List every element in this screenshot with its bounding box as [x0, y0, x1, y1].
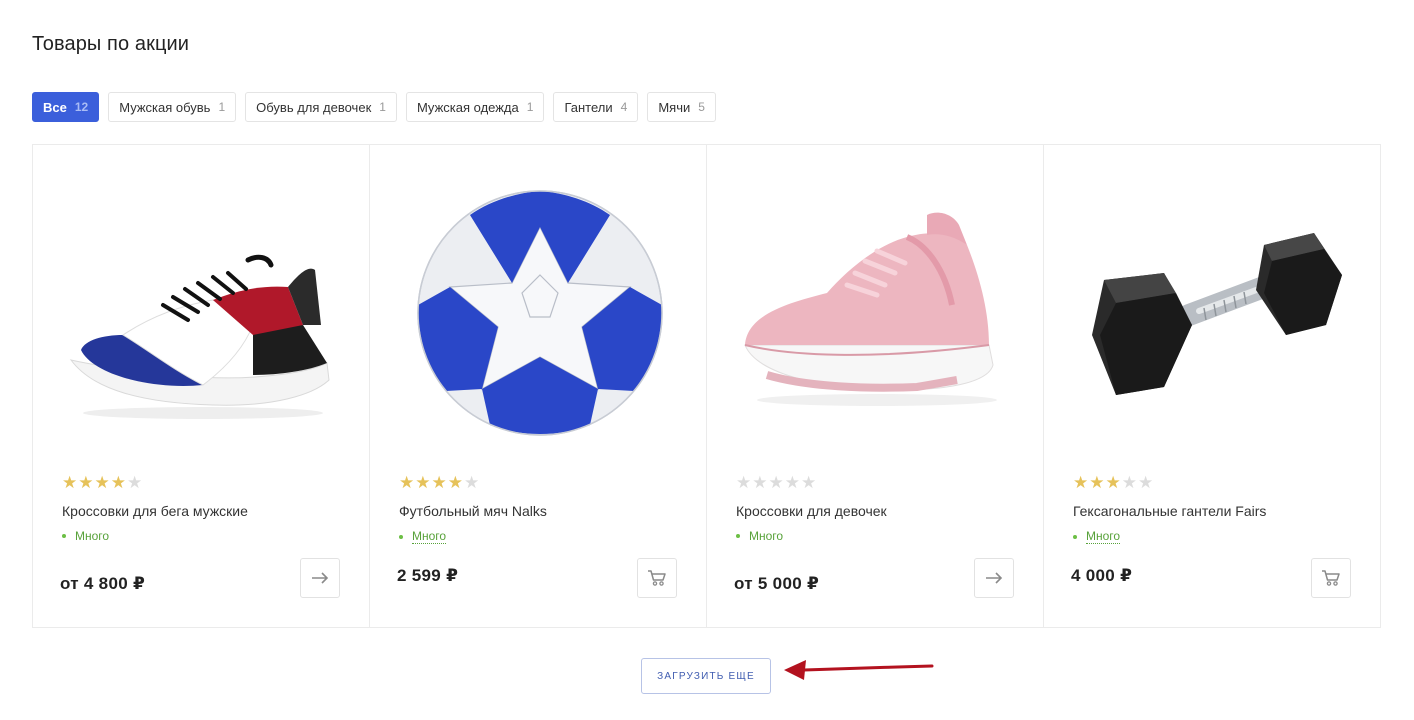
star-filled-icon: ★ [1105, 473, 1122, 492]
star-filled-icon: ★ [447, 473, 464, 492]
arrow-icon [986, 572, 1003, 584]
hex-dumbbell-image[interactable] [1064, 175, 1360, 475]
tab-label: Мужская одежда [416, 99, 519, 115]
star-empty-icon: ★ [464, 473, 481, 492]
product-title[interactable]: Гексагональные гантели Fairs [1073, 503, 1266, 519]
tab-count: 1 [218, 100, 226, 114]
star-empty-icon: ★ [752, 473, 769, 492]
star-empty-icon: ★ [1121, 473, 1138, 492]
rating-stars: ★★★★★ [62, 474, 143, 492]
star-filled-icon: ★ [1089, 473, 1106, 492]
stock-label: Много [75, 529, 110, 543]
product-card: ★★★★★ Кроссовки для девочек Много от 5 0… [707, 145, 1044, 627]
star-filled-icon: ★ [399, 473, 416, 492]
star-empty-icon: ★ [801, 473, 818, 492]
add-to-cart-button[interactable] [637, 558, 677, 598]
rating-stars: ★★★★★ [1073, 474, 1154, 492]
tab-label: Гантели [564, 99, 613, 115]
cart-icon [648, 570, 666, 586]
product-title[interactable]: Кроссовки для девочек [736, 503, 887, 519]
tab-count: 5 [698, 100, 705, 114]
cart-icon [1322, 570, 1340, 586]
stock-dot [736, 534, 740, 538]
tab-count: 12 [74, 100, 89, 114]
star-filled-icon: ★ [110, 473, 127, 492]
tab-all[interactable]: Все 12 [32, 92, 100, 122]
tab-label: Обувь для девочек [256, 99, 372, 115]
star-filled-icon: ★ [62, 473, 79, 492]
star-filled-icon: ★ [78, 473, 95, 492]
running-shoe-image[interactable] [53, 175, 349, 475]
stock-dot [1073, 534, 1077, 539]
star-empty-icon: ★ [736, 473, 753, 492]
details-button[interactable] [300, 558, 340, 598]
tab-count: 1 [526, 100, 534, 114]
product-title[interactable]: Кроссовки для бега мужские [62, 503, 248, 519]
product-card: ★★★★★ Гексагональные гантели Fairs Много… [1044, 145, 1380, 627]
stock-dot [399, 534, 403, 539]
product-card: ★★★★★ Кроссовки для бега мужские Много о… [33, 145, 370, 627]
product-grid: ★★★★★ Кроссовки для бега мужские Много о… [32, 144, 1381, 628]
product-price: от 4 800 ₽ [60, 574, 146, 593]
stock-status: Много [736, 529, 783, 543]
tab-balls[interactable]: Мячи 5 [647, 92, 716, 122]
pink-sneaker-image[interactable] [727, 175, 1023, 475]
stock-label: Много [1086, 529, 1121, 544]
product-price: 4 000 ₽ [1071, 566, 1133, 585]
stock-status: Много [399, 529, 447, 544]
add-to-cart-button[interactable] [1311, 558, 1351, 598]
star-empty-icon: ★ [127, 473, 144, 492]
star-empty-icon: ★ [1138, 473, 1155, 492]
product-price: 2 599 ₽ [397, 566, 459, 585]
star-filled-icon: ★ [431, 473, 448, 492]
rating-stars: ★★★★★ [736, 474, 817, 492]
tab-mens-clothing[interactable]: Мужская одежда 1 [405, 92, 545, 122]
star-empty-icon: ★ [784, 473, 801, 492]
tab-girls-shoes[interactable]: Обувь для девочек 1 [245, 92, 397, 122]
stock-label: Много [749, 529, 784, 543]
tab-count: 1 [379, 100, 386, 114]
load-more-button[interactable]: ЗАГРУЗИТЬ ЕЩЕ [641, 658, 771, 694]
category-tabs: Все 12 Мужская обувь 1 Обувь для девочек 1 … [32, 92, 725, 122]
product-card: ★★★★★ Футбольный мяч Nalks Много 2 599 ₽ [370, 145, 707, 627]
star-filled-icon: ★ [94, 473, 111, 492]
tab-label: Мячи [658, 99, 691, 115]
tab-mens-shoes[interactable]: Мужская обувь 1 [108, 92, 237, 122]
stock-status: Много [1073, 529, 1121, 544]
annotation-arrow-icon [784, 660, 934, 680]
tab-label: Все [43, 99, 67, 115]
stock-status: Много [62, 529, 109, 543]
tab-dumbbells[interactable]: Гантели 4 [553, 92, 639, 122]
product-title[interactable]: Футбольный мяч Nalks [399, 503, 547, 519]
product-price: от 5 000 ₽ [734, 574, 820, 593]
stock-dot [62, 534, 66, 538]
details-button[interactable] [974, 558, 1014, 598]
soccer-ball-image[interactable] [390, 175, 686, 475]
star-empty-icon: ★ [768, 473, 785, 492]
tab-count: 4 [620, 100, 628, 114]
arrow-icon [312, 572, 329, 584]
star-filled-icon: ★ [1073, 473, 1090, 492]
stock-label: Много [412, 529, 447, 544]
rating-stars: ★★★★★ [399, 474, 480, 492]
star-filled-icon: ★ [415, 473, 432, 492]
section-title: Товары по акции [32, 33, 190, 55]
tab-label: Мужская обувь [119, 99, 211, 115]
